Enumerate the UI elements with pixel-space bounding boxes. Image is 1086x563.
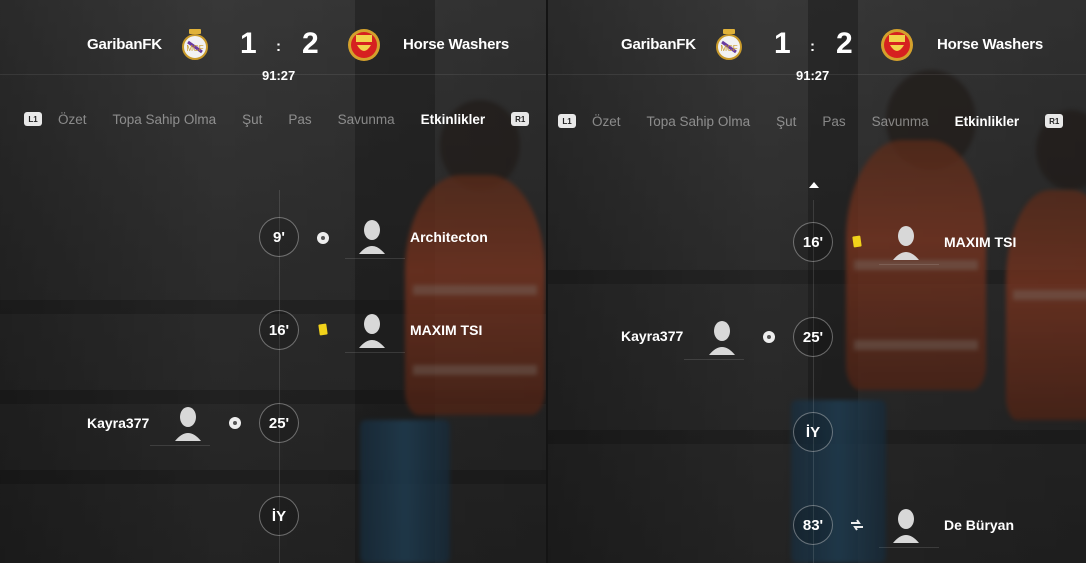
away-team-name: Horse Washers [403, 36, 510, 53]
match-clock: 91:27 [262, 68, 296, 83]
tab-etkinlikler[interactable]: Etkinlikler [421, 112, 486, 127]
event-minute-circle: 16' [793, 222, 833, 262]
tab-pas[interactable]: Pas [288, 112, 311, 127]
event-minute-circle: 9' [259, 217, 299, 257]
away-score: 2 [302, 27, 319, 60]
tab-pas[interactable]: Pas [822, 114, 845, 129]
tab-topa-sahip-olma[interactable]: Topa Sahip Olma [647, 114, 751, 129]
tab-sut[interactable]: Şut [242, 112, 262, 127]
r1-button-icon[interactable]: R1 [1045, 114, 1064, 128]
score-separator: : [276, 38, 281, 55]
stats-tab-bar: L1 Özet Topa Sahip Olma Şut Pas Savunma … [24, 109, 530, 129]
tab-ozet[interactable]: Özet [592, 114, 621, 129]
half-time-marker: İY [793, 412, 833, 452]
tab-savunma[interactable]: Savunma [872, 114, 929, 129]
background-scene [546, 0, 1086, 563]
away-score: 2 [836, 27, 853, 60]
r1-button-icon[interactable]: R1 [511, 112, 530, 126]
yellow-card-icon [318, 323, 328, 336]
background-scene [0, 0, 546, 563]
real-madrid-crest-icon: MCF [182, 29, 208, 60]
scroll-up-icon[interactable] [809, 182, 819, 188]
event-underline [345, 258, 405, 259]
panel-divider [546, 0, 548, 563]
player-avatar-icon [709, 321, 735, 355]
player-avatar-icon [359, 314, 385, 348]
manchester-united-crest-icon [881, 29, 913, 61]
match-events-panel-right: GaribanFK MCF 1 : 2 Horse Washers 91:27 … [546, 0, 1086, 563]
home-score: 1 [774, 27, 791, 60]
match-events-panel-left: GaribanFK MCF 1 : 2 Horse Washers 91:27 … [0, 0, 546, 563]
ball-icon [229, 417, 241, 429]
tab-savunma[interactable]: Savunma [338, 112, 395, 127]
score-separator: : [810, 38, 815, 55]
manchester-united-crest-icon [348, 29, 380, 61]
player-avatar-icon [893, 509, 919, 543]
real-madrid-crest-icon: MCF [716, 29, 742, 60]
svg-text:MCF: MCF [186, 44, 203, 53]
event-underline [345, 352, 405, 353]
tab-sut[interactable]: Şut [776, 114, 796, 129]
stats-tab-bar: L1 Özet Topa Sahip Olma Şut Pas Savunma … [558, 111, 1064, 131]
event-underline [150, 445, 210, 446]
home-team-name: GaribanFK [87, 36, 162, 53]
ball-icon [317, 232, 329, 244]
event-player-name[interactable]: MAXIM TSI [410, 322, 482, 338]
home-score: 1 [240, 27, 257, 60]
substitution-icon [851, 519, 863, 531]
event-player-name[interactable]: Kayra377 [87, 415, 149, 431]
l1-button-icon[interactable]: L1 [24, 112, 42, 126]
event-minute-circle: 25' [793, 317, 833, 357]
player-avatar-icon [893, 226, 919, 260]
half-time-marker: İY [259, 496, 299, 536]
tab-topa-sahip-olma[interactable]: Topa Sahip Olma [113, 112, 217, 127]
event-underline [879, 264, 939, 265]
event-underline [684, 359, 744, 360]
ball-icon [763, 331, 775, 343]
tab-etkinlikler[interactable]: Etkinlikler [955, 114, 1020, 129]
match-clock: 91:27 [796, 68, 830, 83]
event-player-name[interactable]: De Büryan [944, 517, 1014, 533]
event-player-name[interactable]: Architecton [410, 229, 488, 245]
player-avatar-icon [175, 407, 201, 441]
event-player-name[interactable]: Kayra377 [621, 328, 683, 344]
tab-ozet[interactable]: Özet [58, 112, 87, 127]
home-team-name: GaribanFK [621, 36, 696, 53]
event-minute-circle: 83' [793, 505, 833, 545]
event-underline [879, 547, 939, 548]
event-minute-circle: 25' [259, 403, 299, 443]
svg-text:MCF: MCF [720, 44, 737, 53]
event-player-name[interactable]: MAXIM TSI [944, 234, 1016, 250]
event-minute-circle: 16' [259, 310, 299, 350]
yellow-card-icon [852, 235, 862, 248]
player-avatar-icon [359, 220, 385, 254]
away-team-name: Horse Washers [937, 36, 1044, 53]
l1-button-icon[interactable]: L1 [558, 114, 576, 128]
